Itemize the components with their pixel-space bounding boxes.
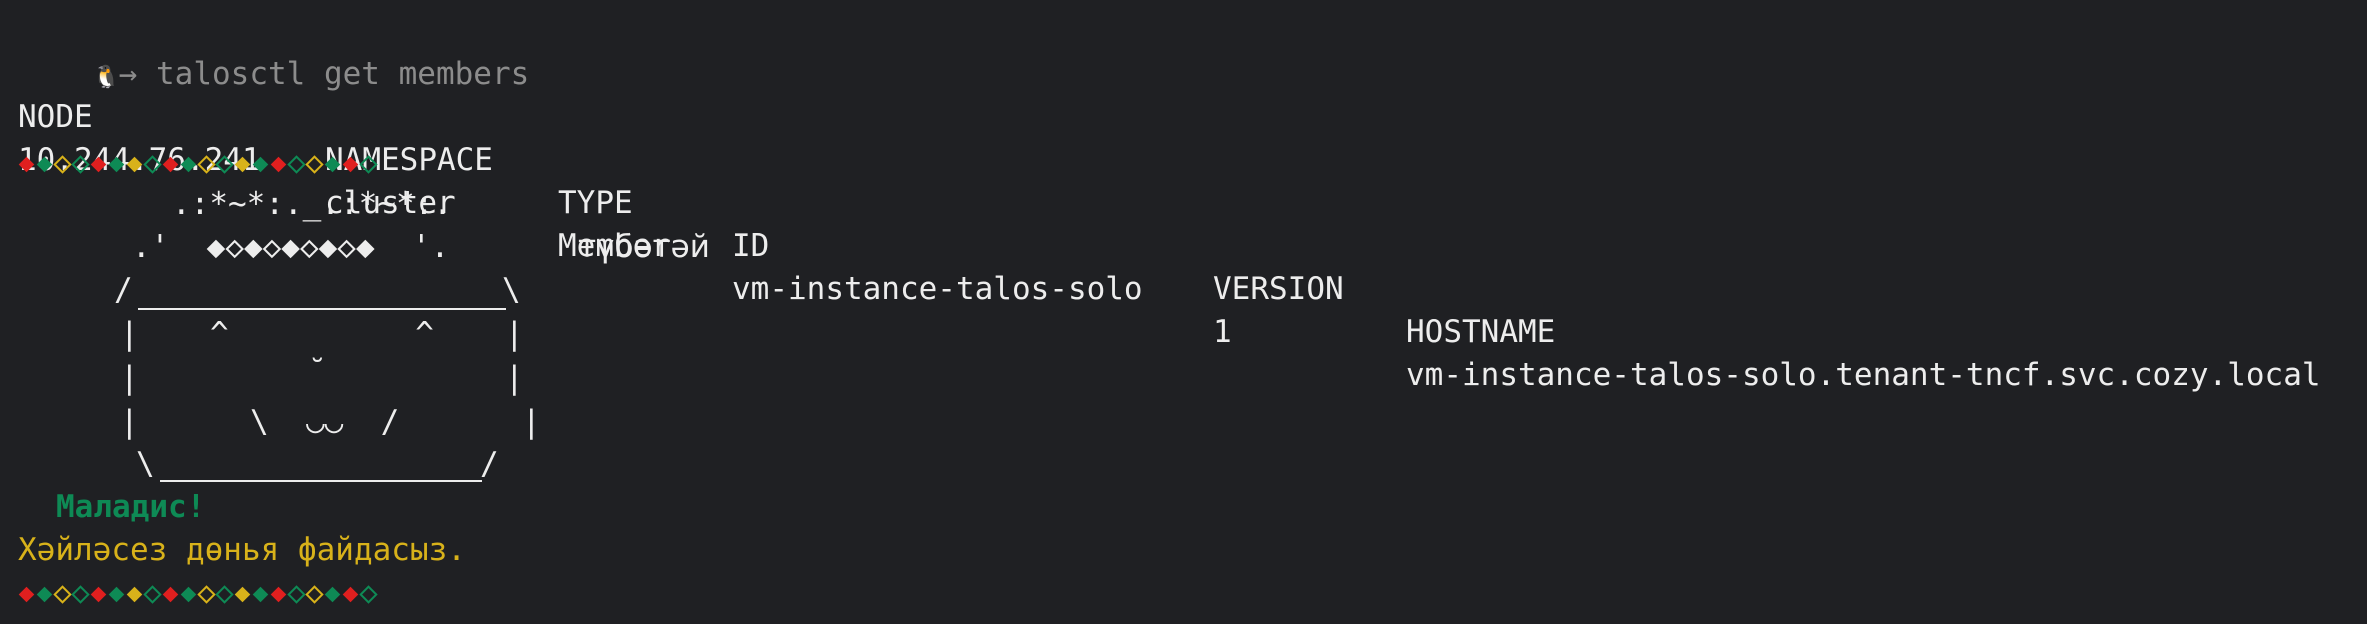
diamond-icon	[270, 586, 286, 602]
diamond-icon	[18, 156, 34, 172]
diamond-icon	[70, 584, 90, 604]
diamond-icon	[358, 584, 378, 604]
art-brim-left: /	[114, 272, 133, 308]
diamond-icon	[270, 156, 286, 172]
greeting-text: Маладис!	[56, 489, 206, 525]
art-nose: ˘	[308, 354, 327, 390]
art-face-left-3: |	[120, 404, 139, 440]
art-chin-left: \	[136, 446, 155, 482]
diamond-icon	[90, 586, 106, 602]
art-face-right-3: |	[522, 404, 541, 440]
art-hat-band: .' ◆◇◆◇◆◇◆◇◆ '.	[132, 229, 450, 265]
diamond-icon	[358, 154, 378, 174]
art-face-right-2: |	[505, 360, 524, 396]
diamond-icon	[162, 586, 178, 602]
diamond-icon	[162, 156, 178, 172]
diamond-icon	[234, 586, 250, 602]
prompt-line: 🐧→ talosctl get members	[18, 10, 530, 92]
table-row: 10.244.76.241 cluster Member vm-instance…	[0, 96, 2367, 393]
diamond-icon	[52, 154, 72, 174]
diamond-icon	[196, 584, 216, 604]
cell-version: 1	[1213, 314, 1232, 350]
diamond-icon	[70, 154, 90, 174]
art-mouth: \ ◡◡ /	[250, 404, 400, 440]
diamond-icon	[108, 156, 124, 172]
diamond-border-top	[18, 152, 378, 176]
diamond-icon	[234, 156, 250, 172]
header-type: TYPE	[558, 185, 633, 221]
diamond-icon	[142, 584, 162, 604]
diamond-icon	[180, 586, 196, 602]
header-version: VERSION	[1213, 271, 1344, 307]
art-caption: түбәтәй	[578, 229, 710, 265]
diamond-icon	[252, 156, 268, 172]
diamond-icon	[342, 586, 358, 602]
diamond-icon	[286, 154, 306, 174]
diamond-icon	[18, 586, 34, 602]
diamond-icon	[126, 156, 142, 172]
cell-hostname: vm-instance-talos-solo.tenant-tncf.svc.c…	[1406, 357, 2321, 393]
diamond-icon	[252, 586, 268, 602]
diamond-icon	[108, 586, 124, 602]
diamond-icon	[196, 154, 216, 174]
art-chin-right: /	[480, 446, 499, 482]
diamond-icon	[36, 586, 52, 602]
diamond-border-bottom	[18, 582, 378, 606]
diamond-icon	[304, 584, 324, 604]
art-face-left-2: |	[120, 360, 139, 396]
art-brim-line	[138, 308, 506, 310]
terminal-window: 🐧→ talosctl get members NODE NAMESPACE T…	[0, 0, 2367, 624]
art-brim-right: \	[502, 272, 521, 308]
cell-id: vm-instance-talos-solo	[732, 271, 1143, 307]
diamond-icon	[52, 584, 72, 604]
art-chin-line	[160, 480, 482, 482]
diamond-icon	[126, 586, 142, 602]
header-hostname: HOSTNAME	[1406, 314, 1556, 350]
diamond-icon	[36, 156, 52, 172]
diamond-icon	[214, 154, 234, 174]
diamond-icon	[90, 156, 106, 172]
diamond-icon	[286, 584, 306, 604]
diamond-icon	[324, 156, 340, 172]
art-face-right-1: |	[505, 316, 524, 352]
diamond-icon	[304, 154, 324, 174]
art-face-left-1: |	[120, 316, 139, 352]
diamond-icon	[342, 156, 358, 172]
art-hat-top: .:*~*:._.:*~*:.	[172, 186, 452, 222]
diamond-icon	[324, 586, 340, 602]
table-header: NODE NAMESPACE TYPE ID VERSION HOSTNAME	[0, 53, 2367, 350]
diamond-icon	[214, 584, 234, 604]
diamond-icon	[142, 154, 162, 174]
header-id: ID	[732, 228, 770, 264]
wish-text: Хәйләсез дөнья файдасыз.	[18, 532, 466, 568]
diamond-icon	[180, 156, 196, 172]
